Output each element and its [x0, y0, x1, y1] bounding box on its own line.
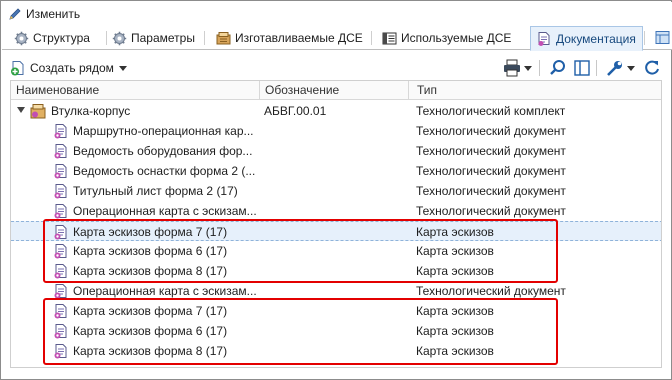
- refresh-button[interactable]: [642, 59, 662, 77]
- expand-arrow-icon[interactable]: [17, 107, 25, 113]
- gear-icon: [112, 31, 127, 46]
- tools-dropdown-icon[interactable]: [627, 66, 635, 71]
- column-header-designation[interactable]: Обозначение: [260, 81, 408, 100]
- create-nearby-label: Создать рядом: [30, 61, 114, 75]
- kit-icon: [30, 103, 46, 119]
- tab-divider: [204, 31, 205, 45]
- tab-divider: [371, 31, 372, 45]
- documents-icon: [537, 31, 552, 46]
- row-type: Технологический комплект: [416, 104, 566, 118]
- tab-label: Структура: [33, 31, 90, 45]
- row-designation: АБВГ.00.01: [264, 104, 327, 118]
- row-name: Ведомость оснастки форма 2 (...: [73, 164, 256, 178]
- panel-button[interactable]: [572, 59, 592, 77]
- wrench-icon: [607, 61, 622, 76]
- chevron-down-icon: [118, 65, 127, 71]
- document-icon: [53, 183, 69, 199]
- document-icon: [53, 283, 69, 299]
- highlight-box: [43, 298, 558, 365]
- printer-icon: [504, 59, 520, 77]
- row-type: Технологический документ: [416, 184, 566, 198]
- row-type: Технологический документ: [416, 124, 566, 138]
- create-nearby-button[interactable]: Создать рядом: [10, 59, 127, 77]
- tools-button[interactable]: [605, 59, 625, 77]
- row-name: Маршрутно-операционная кар...: [73, 124, 254, 138]
- search-button[interactable]: [548, 59, 568, 77]
- toolbar: Создать рядом: [2, 56, 672, 80]
- tab-label: Используемые ДСЕ: [401, 31, 512, 45]
- tab-divider: [644, 31, 645, 45]
- window-title: Изменить: [26, 7, 81, 21]
- more-tabs-icon[interactable]: [655, 30, 670, 45]
- title-bar: Изменить: [2, 2, 672, 26]
- tab-used-parts[interactable]: Используемые ДСЕ: [376, 26, 517, 50]
- chevron-down-icon: [524, 66, 532, 71]
- highlight-box: [43, 219, 558, 283]
- table-row[interactable]: Операционная карта с эскизам... Технологи…: [11, 201, 661, 221]
- table-row[interactable]: Ведомость оснастки форма 2 (... Технологи…: [11, 161, 661, 181]
- toolbar-divider: [539, 60, 540, 76]
- column-divider[interactable]: [408, 81, 409, 100]
- print-dropdown-icon[interactable]: [524, 66, 532, 71]
- table-row-root[interactable]: Втулка-корпус АБВГ.00.01 Технологический…: [11, 101, 661, 121]
- row-type: Технологический документ: [416, 144, 566, 158]
- chevron-down-icon: [627, 66, 635, 71]
- row-name: Операционная карта с эскизам...: [73, 204, 257, 218]
- parts-used-icon: [382, 31, 397, 46]
- edit-icon: [8, 7, 22, 21]
- gear-icon: [14, 31, 29, 46]
- row-type: Технологический документ: [416, 204, 566, 218]
- grid-header: Наименование Обозначение Тип: [11, 81, 661, 100]
- column-header-name[interactable]: Наименование: [11, 81, 259, 100]
- row-name: Титульный лист форма 2 (17): [73, 184, 238, 198]
- table-row[interactable]: Маршрутно-операционная кар... Технологиче…: [11, 121, 661, 141]
- row-name: Ведомость оборудования фор...: [73, 144, 253, 158]
- print-button[interactable]: [502, 59, 522, 77]
- tab-structure[interactable]: Структура: [8, 26, 96, 50]
- panel-icon: [574, 60, 590, 76]
- parts-made-icon: [216, 31, 231, 46]
- tab-manufactured-parts[interactable]: Изготавливаемые ДСЕ: [210, 26, 369, 50]
- tab-label: Документация: [556, 31, 636, 46]
- table-row[interactable]: Ведомость оборудования фор... Технологиче…: [11, 141, 661, 161]
- tab-label: Изготавливаемые ДСЕ: [235, 31, 363, 45]
- document-icon: [53, 203, 69, 219]
- search-icon: [550, 60, 565, 75]
- tab-strip: Структура Параметры Изготавливаемые ДСЕ …: [2, 26, 672, 51]
- tab-documentation[interactable]: Документация: [530, 26, 643, 51]
- window: Изменить Структура Параметры Изготавлива…: [0, 0, 672, 380]
- refresh-icon: [645, 60, 659, 75]
- row-type: Технологический документ: [416, 164, 566, 178]
- table-row[interactable]: Титульный лист форма 2 (17) Технологическ…: [11, 181, 661, 201]
- column-header-type[interactable]: Тип: [412, 81, 661, 100]
- document-icon: [53, 123, 69, 139]
- tab-parameters[interactable]: Параметры: [106, 26, 201, 50]
- row-name: Втулка-корпус: [51, 104, 131, 118]
- create-document-icon: [10, 60, 26, 76]
- document-icon: [53, 143, 69, 159]
- toolbar-divider: [596, 60, 597, 76]
- tab-label: Параметры: [131, 31, 195, 45]
- document-icon: [53, 163, 69, 179]
